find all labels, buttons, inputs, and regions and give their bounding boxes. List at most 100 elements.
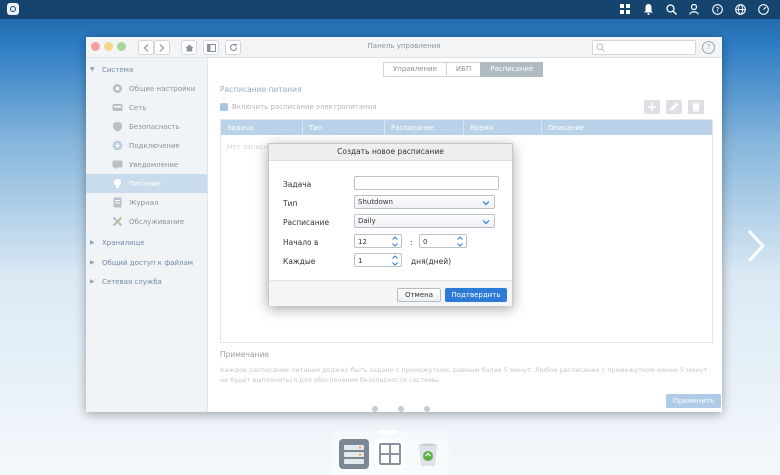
enable-schedule-checkbox-row[interactable]: Включить расписание электропитания <box>220 103 377 111</box>
spinner-arrows-icon[interactable] <box>457 236 463 247</box>
tools-icon <box>112 216 123 227</box>
sidebar-category-storage[interactable]: ▶ Хранилище <box>86 234 207 252</box>
tab-schedule[interactable]: Расписание <box>480 62 544 77</box>
chevron-down-icon <box>482 201 490 206</box>
log-icon <box>113 197 122 208</box>
window-titlebar: Панель управления ? <box>86 37 722 58</box>
every-label: Каждые <box>283 257 316 266</box>
time-separator: : <box>410 238 413 247</box>
start-hour-value: 12 <box>358 238 367 246</box>
page-dot[interactable] <box>372 406 378 412</box>
grid-icon[interactable] <box>618 2 632 16</box>
tab-bar: Управление ИБП Расписание <box>383 62 544 77</box>
dialog-title: Создать новое расписание <box>269 144 512 161</box>
every-value: 1 <box>358 257 363 265</box>
spinner-arrows-icon[interactable] <box>392 255 398 266</box>
page-dot[interactable] <box>424 406 430 412</box>
shield-icon <box>113 121 122 132</box>
user-icon[interactable] <box>687 2 701 16</box>
help-button[interactable]: ? <box>702 41 715 54</box>
svg-text:?: ? <box>715 6 719 14</box>
expand-arrow-icon: ▶ <box>90 278 95 285</box>
task-input[interactable] <box>354 176 499 190</box>
lightbulb-icon <box>113 178 122 188</box>
main-menu-icon[interactable] <box>7 3 19 15</box>
note-title: Примечание <box>220 350 269 359</box>
start-hour-stepper[interactable]: 12 <box>354 234 402 248</box>
tab-management[interactable]: Управление <box>383 62 447 77</box>
start-time-label: Начало в <box>283 238 319 247</box>
type-select-value: Shutdown <box>358 198 393 206</box>
pencil-icon <box>670 102 679 111</box>
sidebar-item-log[interactable]: Журнал <box>86 193 207 212</box>
search-icon <box>596 43 605 52</box>
type-label: Тип <box>283 199 298 208</box>
table-header: Задача Тип Расписание Время Описание <box>221 120 712 135</box>
type-select[interactable]: Shutdown <box>354 195 495 209</box>
dock-active-indicator <box>380 430 397 434</box>
expand-arrow-icon: ▶ <box>90 239 95 246</box>
column-header-schedule[interactable]: Расписание <box>391 124 434 132</box>
storage-manager-icon[interactable] <box>339 439 369 469</box>
page-dot[interactable] <box>346 406 352 412</box>
sidebar: ▼ Система Общие настройки Сеть Безопасно… <box>86 58 208 412</box>
delete-button[interactable] <box>688 100 704 114</box>
column-header-task[interactable]: Задача <box>227 124 253 132</box>
page-dot[interactable] <box>398 406 404 412</box>
enable-schedule-checkbox[interactable] <box>220 103 228 111</box>
spinner-arrows-icon[interactable] <box>392 236 398 247</box>
start-minute-value: 0 <box>423 238 428 246</box>
plus-icon <box>648 103 656 111</box>
next-page-arrow-icon[interactable] <box>743 228 769 264</box>
globe-icon[interactable] <box>733 2 747 16</box>
gear-icon <box>113 84 122 93</box>
column-header-time[interactable]: Время <box>470 124 493 132</box>
recycle-bin-icon[interactable] <box>413 439 443 469</box>
chevron-down-icon <box>482 220 490 225</box>
sidebar-item-maintenance[interactable]: Обслуживание <box>86 212 207 231</box>
desktop-taskbar: ? <box>0 0 780 19</box>
confirm-button[interactable]: Подтвердить <box>445 288 507 302</box>
edit-button[interactable] <box>666 100 682 114</box>
cancel-button[interactable]: Отмена <box>397 288 441 302</box>
search-icon[interactable] <box>664 2 678 16</box>
sidebar-item-network[interactable]: Сеть <box>86 98 207 117</box>
network-icon <box>112 104 123 111</box>
app-center-icon[interactable] <box>375 439 405 469</box>
bell-icon[interactable] <box>641 2 655 16</box>
column-header-type[interactable]: Тип <box>309 124 322 132</box>
start-minute-stepper[interactable]: 0 <box>419 234 467 248</box>
sidebar-category-system[interactable]: ▼ Система <box>86 61 207 79</box>
schedule-label: Расписание <box>283 218 330 227</box>
collapse-arrow-icon: ▼ <box>90 66 95 73</box>
empty-table-text: Нет записи <box>227 143 269 151</box>
expand-arrow-icon: ▶ <box>90 259 95 266</box>
help-icon[interactable]: ? <box>710 2 724 16</box>
connection-icon <box>112 140 123 151</box>
sidebar-category-network-service[interactable]: ▶ Сетевая служба <box>86 273 207 291</box>
sidebar-category-file-sharing[interactable]: ▶ Общий доступ к файлам <box>86 254 207 272</box>
notification-icon <box>112 160 123 170</box>
schedule-select-value: Daily <box>358 217 376 225</box>
new-schedule-dialog: Создать новое расписание Задача Тип Shut… <box>268 143 513 306</box>
enable-schedule-label: Включить расписание электропитания <box>232 103 377 111</box>
add-button[interactable] <box>644 100 660 114</box>
note-text: Каждое расписание питания должно быть за… <box>220 366 708 384</box>
every-unit-label: дня(дней) <box>411 257 452 266</box>
trash-icon <box>692 102 700 112</box>
sidebar-item-security[interactable]: Безопасность <box>86 117 207 136</box>
column-header-description[interactable]: Описание <box>548 124 584 132</box>
dashboard-icon[interactable] <box>756 2 770 16</box>
sidebar-item-general-settings[interactable]: Общие настройки <box>86 79 207 98</box>
tab-ups[interactable]: ИБП <box>445 62 482 77</box>
search-input[interactable] <box>592 40 696 55</box>
task-label: Задача <box>283 180 312 189</box>
section-title: Расписание питания <box>220 85 302 94</box>
schedule-select[interactable]: Daily <box>354 214 495 228</box>
sidebar-item-connection[interactable]: Подключение <box>86 136 207 155</box>
every-stepper[interactable]: 1 <box>354 253 402 267</box>
page-indicator <box>346 406 430 412</box>
sidebar-item-notification[interactable]: Уведомление <box>86 155 207 174</box>
sidebar-item-power[interactable]: Питание <box>86 174 207 193</box>
apply-button[interactable]: Применить <box>666 394 721 408</box>
